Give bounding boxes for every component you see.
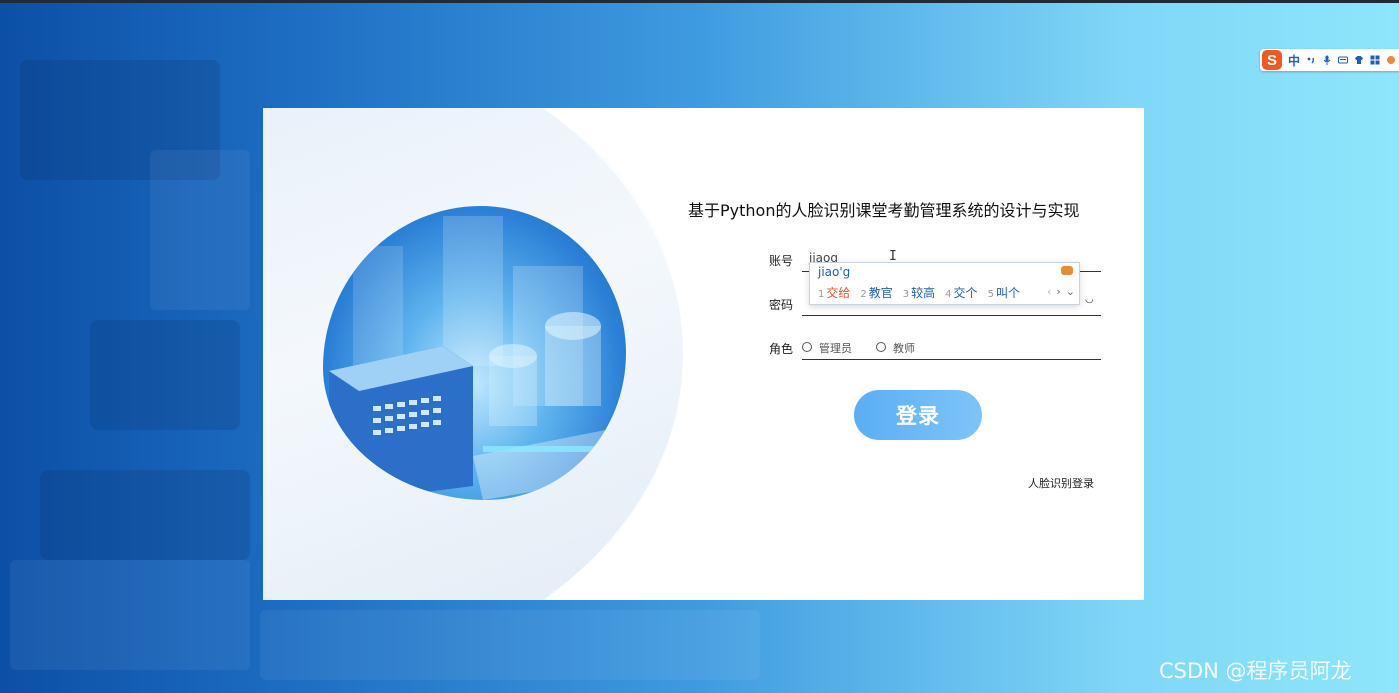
- ime-candidate-list: 1 交给 2 教官 3 较高 4 交个 5 叫个: [818, 284, 1020, 301]
- ime-skin-icon[interactable]: [1061, 266, 1073, 275]
- chevron-right-icon[interactable]: ›: [1056, 285, 1060, 298]
- factory-illustration: [323, 206, 626, 500]
- ime-candidate[interactable]: 1 交给: [818, 284, 850, 301]
- role-teacher-label[interactable]: 教师: [893, 340, 915, 356]
- login-card: 基于Python的人脸识别课堂考勤管理系统的设计与实现 账号 jiaog 密码 …: [263, 108, 1144, 600]
- ime-candidate-window[interactable]: jiao'g 1 交给 2 教官 3 较高 4 交个 5 叫个 ‹ › ⌄: [809, 262, 1080, 305]
- window-top-border: [0, 0, 1399, 3]
- ime-page-nav: ‹ › ⌄: [1047, 285, 1075, 298]
- punctuation-icon[interactable]: [1306, 55, 1316, 65]
- ime-candidate[interactable]: 3 较高: [903, 284, 935, 301]
- ime-status-bar[interactable]: S 中: [1260, 49, 1399, 71]
- ime-candidate[interactable]: 4 交个: [945, 284, 977, 301]
- login-button[interactable]: 登录: [854, 390, 982, 440]
- password-underline: [802, 315, 1101, 316]
- bg-building: [40, 470, 250, 560]
- role-underline: [802, 359, 1101, 360]
- keyboard-icon[interactable]: [1338, 55, 1349, 65]
- chevron-left-icon[interactable]: ‹: [1047, 285, 1051, 298]
- text-cursor-icon: I: [889, 249, 897, 264]
- microphone-icon[interactable]: [1322, 55, 1332, 65]
- toolbox-grid-icon[interactable]: [1370, 55, 1380, 65]
- eye-closed-icon[interactable]: ◡: [1085, 294, 1094, 305]
- sogou-logo-icon[interactable]: S: [1262, 50, 1282, 70]
- bg-building: [90, 320, 240, 430]
- bg-building: [150, 150, 250, 310]
- password-label: 密码: [769, 298, 794, 312]
- page-title: 基于Python的人脸识别课堂考勤管理系统的设计与实现: [688, 201, 1080, 220]
- ime-mascot-icon[interactable]: [1386, 55, 1396, 65]
- account-label: 账号: [769, 254, 794, 268]
- bg-building: [10, 560, 250, 670]
- role-admin-label[interactable]: 管理员: [819, 340, 852, 356]
- face-recognition-login-link[interactable]: 人脸识别登录: [1028, 475, 1094, 491]
- ime-mode-toggle[interactable]: 中: [1288, 52, 1300, 69]
- role-label: 角色: [769, 342, 794, 356]
- role-admin-radio[interactable]: [802, 342, 812, 352]
- role-teacher-radio[interactable]: [876, 342, 886, 352]
- bg-building: [260, 610, 760, 680]
- skin-shirt-icon[interactable]: [1354, 55, 1364, 65]
- watermark: CSDN @程序员阿龙: [1159, 659, 1352, 683]
- chevron-down-icon[interactable]: ⌄: [1066, 285, 1075, 298]
- ime-pinyin-composition: jiao'g: [818, 265, 851, 279]
- ime-candidate[interactable]: 2 教官: [860, 284, 892, 301]
- ime-candidate[interactable]: 5 叫个: [988, 284, 1020, 301]
